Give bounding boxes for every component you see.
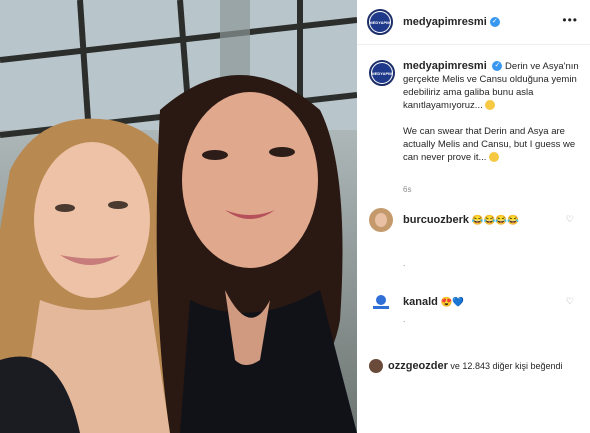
comment-avatar[interactable] bbox=[369, 208, 393, 232]
comment-dot: . bbox=[403, 314, 406, 324]
comment-avatar[interactable] bbox=[369, 290, 393, 314]
like-comment-heart-icon[interactable]: ♡ bbox=[566, 296, 574, 307]
account-username[interactable]: medyapimresmi bbox=[403, 16, 487, 28]
likes-summary[interactable]: ozzgeozder ve 12.843 diğer kişi beğendi bbox=[369, 359, 584, 373]
liker-avatar bbox=[369, 359, 383, 373]
liker-username[interactable]: ozzgeozder bbox=[388, 360, 448, 372]
verified-icon: ✓ bbox=[489, 17, 500, 27]
post-sidebar: MEDYAPIM medyapimresmi ✓ ••• MEDYAPIM me… bbox=[357, 0, 590, 433]
caption-avatar[interactable]: MEDYAPIM bbox=[369, 60, 395, 86]
account-avatar[interactable]: MEDYAPIM bbox=[367, 9, 393, 35]
smile-emoji-icon bbox=[485, 100, 496, 111]
comment-row: kanald 😍💙 ♡ bbox=[369, 290, 584, 314]
comment-text: 😍💙 bbox=[440, 297, 465, 308]
comment-dot: . bbox=[403, 258, 406, 268]
selfie-image bbox=[0, 0, 357, 433]
more-options-icon[interactable]: ••• bbox=[562, 13, 578, 27]
comment-row: burcuozberk 😂😂😂😂 ♡ bbox=[369, 208, 584, 232]
like-comment-heart-icon[interactable]: ♡ bbox=[566, 214, 574, 225]
post-header: MEDYAPIM medyapimresmi ✓ ••• bbox=[357, 0, 590, 45]
post-time: 6s bbox=[403, 185, 412, 194]
likes-text: ve 12.843 diğer kişi beğendi bbox=[450, 361, 563, 371]
caption-username[interactable]: medyapimresmi bbox=[403, 60, 487, 72]
caption: MEDYAPIM medyapimresmi ✓ Derin ve Asya'n… bbox=[369, 60, 584, 177]
comment-text: 😂😂😂😂 bbox=[471, 215, 519, 226]
caption-avatar-logo: MEDYAPIM bbox=[371, 63, 393, 83]
caption-verified-icon: ✓ bbox=[492, 61, 503, 72]
post-photo[interactable] bbox=[0, 0, 357, 433]
comment-username[interactable]: burcuozberk bbox=[403, 214, 469, 226]
avatar-logo: MEDYAPIM bbox=[369, 12, 391, 32]
smile-emoji-icon-2 bbox=[489, 152, 500, 163]
comment-username[interactable]: kanald bbox=[403, 296, 438, 308]
